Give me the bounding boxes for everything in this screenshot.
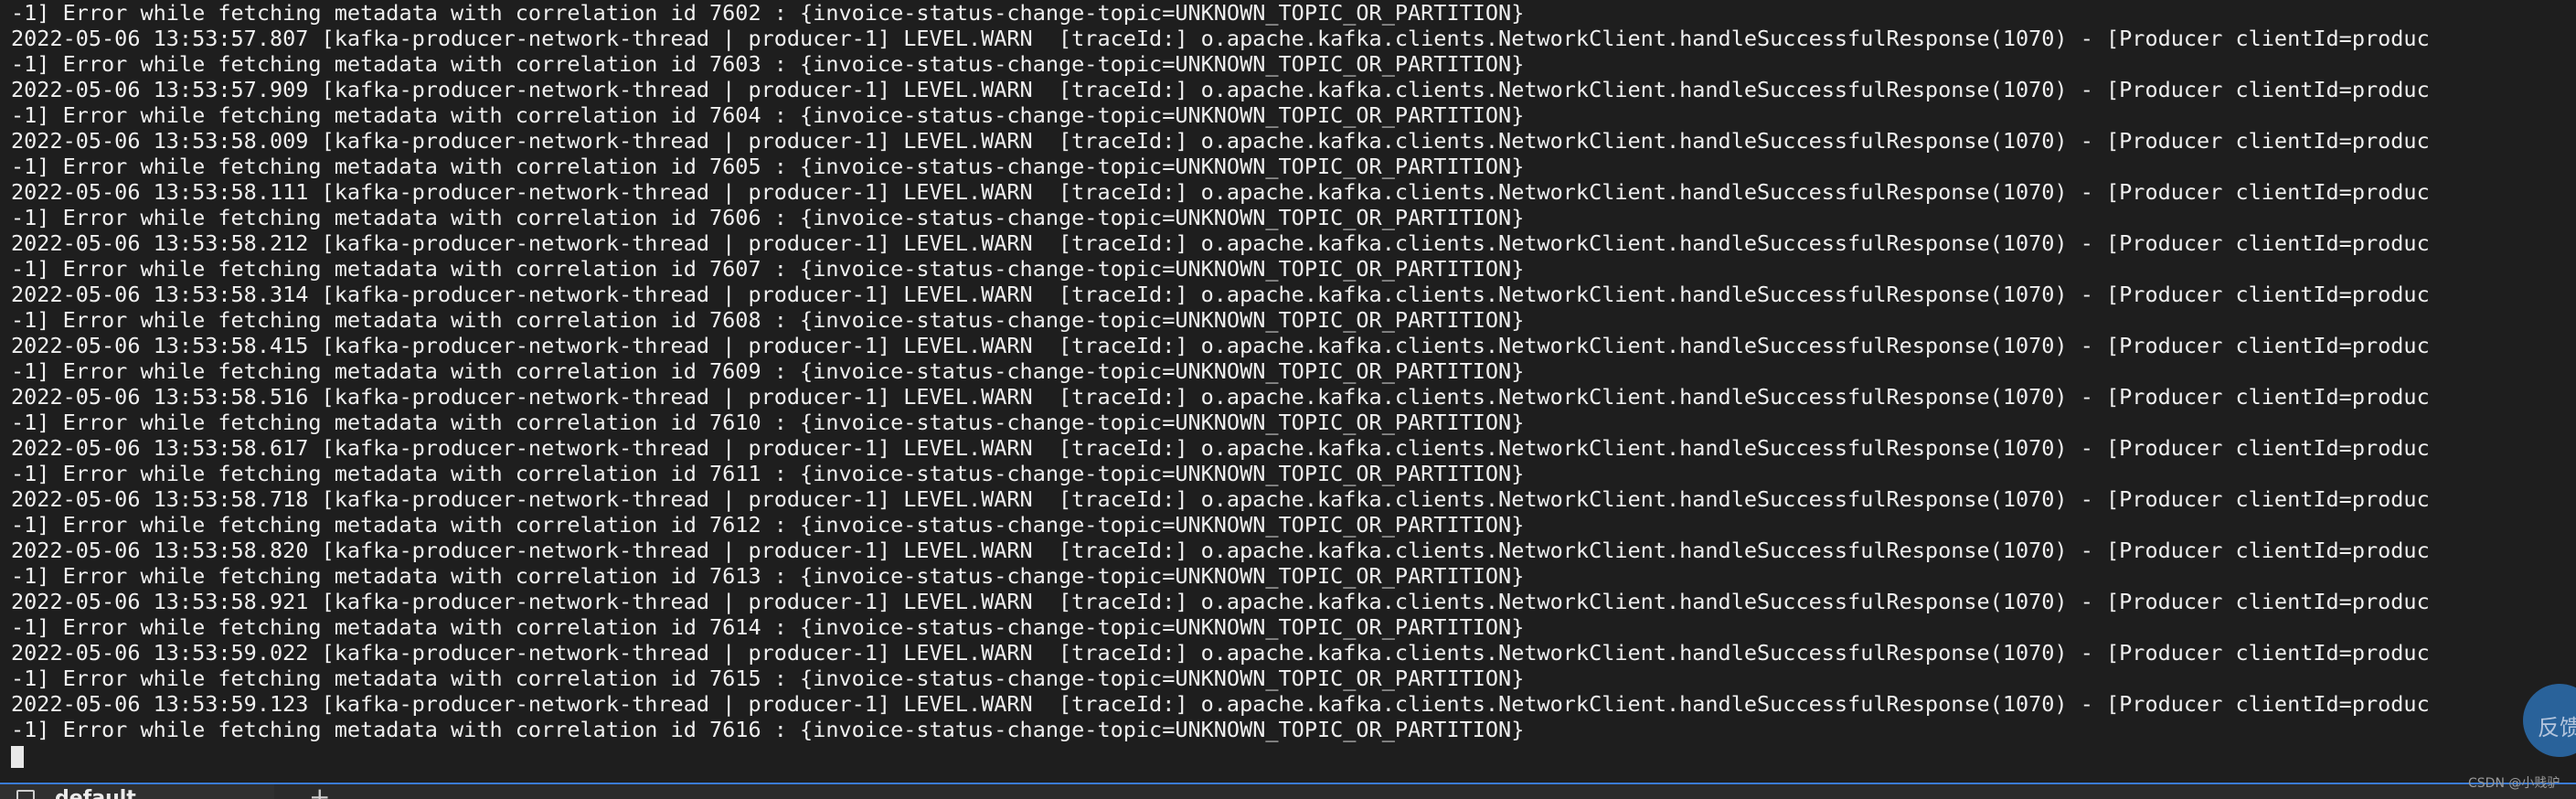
terminal-line: 2022-05-06 13:53:58.820 [kafka-producer-… xyxy=(11,538,2430,563)
terminal-line: -1] Error while fetching metadata with c… xyxy=(11,614,1525,640)
terminal-icon xyxy=(16,790,35,799)
terminal-line: 2022-05-06 13:53:58.921 [kafka-producer-… xyxy=(11,589,2430,614)
terminal-line: 2022-05-06 13:53:59.022 [kafka-producer-… xyxy=(11,640,2430,666)
tab-bar: default + xyxy=(0,783,2576,799)
terminal-line: -1] Error while fetching metadata with c… xyxy=(11,563,1525,589)
terminal-line: 2022-05-06 13:53:58.212 [kafka-producer-… xyxy=(11,230,2430,256)
terminal-line: 2022-05-06 13:53:59.123 [kafka-producer-… xyxy=(11,691,2430,717)
text-cursor xyxy=(11,746,24,768)
terminal-line: -1] Error while fetching metadata with c… xyxy=(11,410,1525,435)
tab-label: default xyxy=(55,787,136,799)
terminal-line: -1] Error while fetching metadata with c… xyxy=(11,717,1525,742)
terminal-line: -1] Error while fetching metadata with c… xyxy=(11,0,1525,26)
terminal-line: 2022-05-06 13:53:58.009 [kafka-producer-… xyxy=(11,128,2430,154)
terminal-line: -1] Error while fetching metadata with c… xyxy=(11,102,1525,128)
terminal-line: -1] Error while fetching metadata with c… xyxy=(11,51,1525,77)
terminal-line: 2022-05-06 13:53:58.314 [kafka-producer-… xyxy=(11,282,2430,307)
terminal-line: -1] Error while fetching metadata with c… xyxy=(11,666,1525,691)
terminal-window: -1] Error while fetching metadata with c… xyxy=(0,0,2576,799)
terminal-line: -1] Error while fetching metadata with c… xyxy=(11,205,1525,230)
terminal-line: 2022-05-06 13:53:58.516 [kafka-producer-… xyxy=(11,384,2430,410)
prompt-line[interactable] xyxy=(11,742,2576,768)
tab-default[interactable]: default xyxy=(0,784,274,799)
terminal-line: 2022-05-06 13:53:58.718 [kafka-producer-… xyxy=(11,486,2430,512)
watermark: CSDN @小贱驴 xyxy=(2468,776,2560,791)
terminal-line: 2022-05-06 13:53:58.111 [kafka-producer-… xyxy=(11,179,2430,205)
terminal-line: -1] Error while fetching metadata with c… xyxy=(11,256,1525,282)
terminal-line: 2022-05-06 13:53:58.415 [kafka-producer-… xyxy=(11,333,2430,358)
terminal-line: 2022-05-06 13:53:58.617 [kafka-producer-… xyxy=(11,435,2430,461)
terminal-output[interactable]: -1] Error while fetching metadata with c… xyxy=(0,0,2576,783)
plus-icon[interactable]: + xyxy=(309,784,330,799)
terminal-line: -1] Error while fetching metadata with c… xyxy=(11,461,1525,486)
terminal-line: 2022-05-06 13:53:57.909 [kafka-producer-… xyxy=(11,77,2430,102)
terminal-line: -1] Error while fetching metadata with c… xyxy=(11,307,1525,333)
terminal-line: -1] Error while fetching metadata with c… xyxy=(11,512,1525,538)
feedback-label: 反馈 xyxy=(2538,715,2576,740)
terminal-line: -1] Error while fetching metadata with c… xyxy=(11,358,1525,384)
terminal-line: -1] Error while fetching metadata with c… xyxy=(11,154,1525,179)
terminal-line: 2022-05-06 13:53:57.807 [kafka-producer-… xyxy=(11,26,2430,51)
